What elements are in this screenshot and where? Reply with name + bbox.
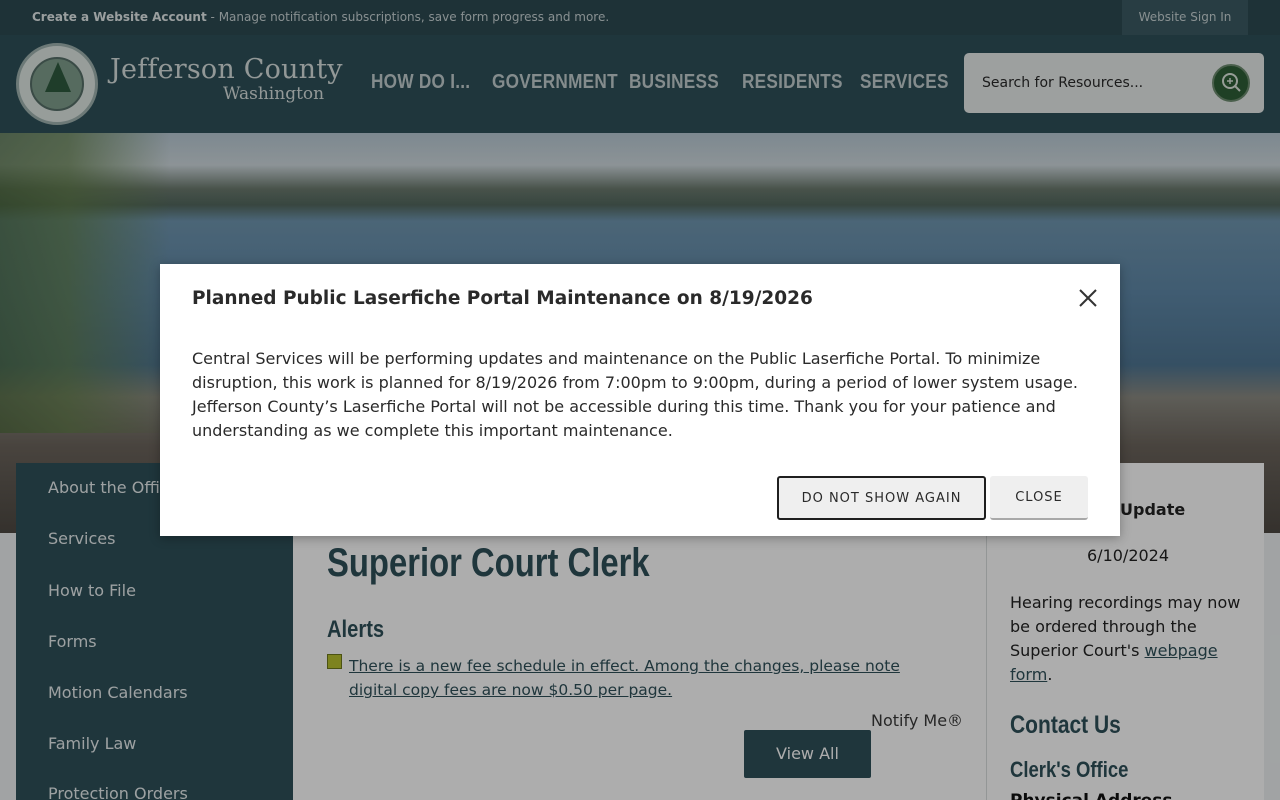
close-button[interactable]: CLOSE xyxy=(990,476,1088,520)
maintenance-modal: Planned Public Laserfiche Portal Mainten… xyxy=(160,264,1120,536)
close-icon[interactable] xyxy=(1074,284,1102,312)
do-not-show-again-button[interactable]: DO NOT SHOW AGAIN xyxy=(777,476,986,520)
modal-title: Planned Public Laserfiche Portal Mainten… xyxy=(192,288,813,309)
close-x-icon xyxy=(1079,289,1097,307)
modal-body: Central Services will be performing upda… xyxy=(192,349,1078,440)
